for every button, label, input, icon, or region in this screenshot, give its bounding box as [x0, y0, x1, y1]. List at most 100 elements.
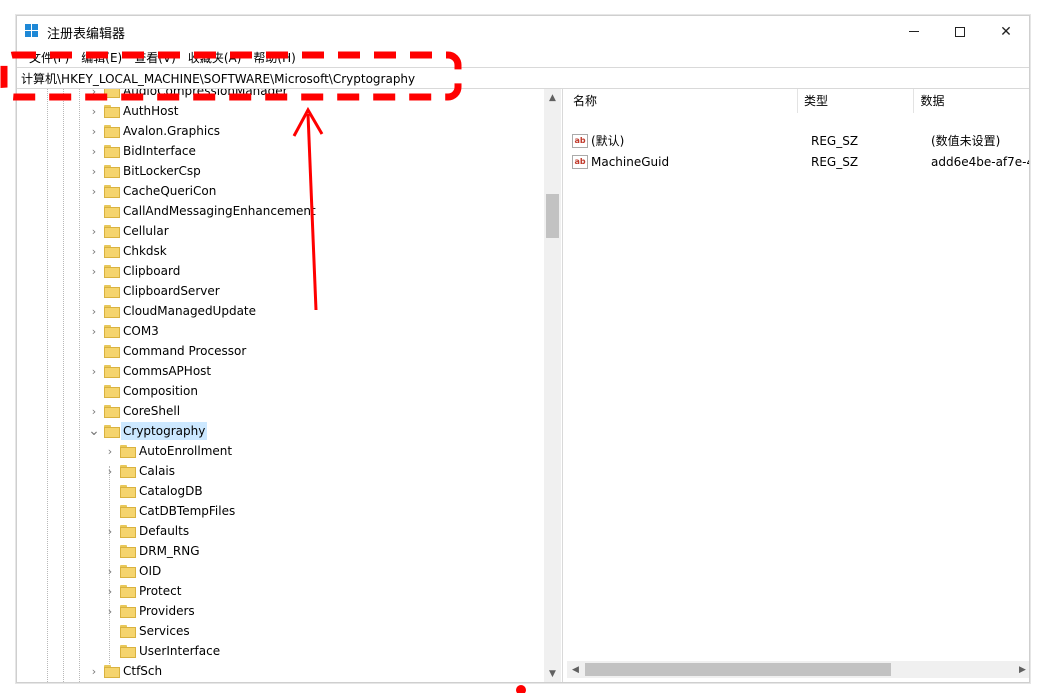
- tree-node-label: Providers: [139, 604, 195, 618]
- window-title: 注册表编辑器: [47, 27, 126, 42]
- value-row[interactable]: ab MachineGuid REG_SZ add6e4be-af7e-4: [567, 152, 1029, 172]
- chevron-right-icon[interactable]: ›: [89, 321, 99, 341]
- tree-node-chkdsk[interactable]: › Chkdsk: [17, 241, 537, 261]
- tree-node-cryptography[interactable]: ⌄ Cryptography: [17, 421, 537, 441]
- chevron-right-icon[interactable]: ›: [89, 89, 99, 101]
- tree-node-userinterface[interactable]: UserInterface: [17, 641, 537, 661]
- tree-node-catdbtempfiles[interactable]: CatDBTempFiles: [17, 501, 537, 521]
- tree-node-label: Avalon.Graphics: [123, 124, 221, 138]
- scroll-right-arrow-icon[interactable]: ▶: [1014, 661, 1029, 678]
- tree-node-oid[interactable]: › OID: [17, 561, 537, 581]
- chevron-right-icon[interactable]: ›: [89, 661, 99, 681]
- folder-icon: [104, 245, 120, 258]
- chevron-right-icon[interactable]: ›: [105, 561, 115, 581]
- scroll-thumb[interactable]: [546, 194, 559, 238]
- tree-node-authhost[interactable]: › AuthHost: [17, 101, 537, 121]
- tree-node-catalogdb[interactable]: CatalogDB: [17, 481, 537, 501]
- chevron-right-icon[interactable]: ›: [105, 441, 115, 461]
- menu-help[interactable]: 帮助(H): [247, 49, 301, 66]
- chevron-right-icon[interactable]: ›: [89, 241, 99, 261]
- chevron-right-icon[interactable]: ›: [105, 601, 115, 621]
- tree-node-commsaphost[interactable]: › CommsAPHost: [17, 361, 537, 381]
- chevron-right-icon[interactable]: ›: [89, 401, 99, 421]
- folder-icon: [120, 645, 136, 658]
- value-row[interactable]: ab (默认) REG_SZ (数值未设置): [567, 131, 1029, 151]
- tree-node-bidinterface[interactable]: › BidInterface: [17, 141, 537, 161]
- scroll-left-arrow-icon[interactable]: ◀: [567, 661, 584, 678]
- column-type-header[interactable]: 类型: [798, 89, 915, 113]
- scroll-up-arrow-icon[interactable]: ▲: [544, 89, 561, 106]
- chevron-right-icon[interactable]: ›: [89, 101, 99, 121]
- tree-node-label: CallAndMessagingEnhancement: [123, 204, 316, 218]
- tree-node-bitlockercsp[interactable]: › BitLockerCsp: [17, 161, 537, 181]
- maximize-button[interactable]: [937, 16, 983, 47]
- folder-icon: [104, 265, 120, 278]
- chevron-right-icon[interactable]: ›: [89, 261, 99, 281]
- tree-node-protect[interactable]: › Protect: [17, 581, 537, 601]
- chevron-right-icon[interactable]: ›: [89, 121, 99, 141]
- value-data: (数值未设置): [931, 134, 1001, 148]
- tree-node-providers[interactable]: › Providers: [17, 601, 537, 621]
- folder-icon: [120, 605, 136, 618]
- chevron-right-icon[interactable]: ›: [105, 581, 115, 601]
- close-button[interactable]: ✕: [983, 16, 1029, 47]
- scroll-down-arrow-icon[interactable]: ▼: [544, 665, 561, 682]
- tree-node-services[interactable]: Services: [17, 621, 537, 641]
- tree-node-cachequericon[interactable]: › CacheQueriCon: [17, 181, 537, 201]
- menu-file[interactable]: 文件(F): [23, 49, 75, 66]
- tree-node-drm-rng[interactable]: DRM_RNG: [17, 541, 537, 561]
- chevron-right-icon[interactable]: ›: [89, 301, 99, 321]
- tree-node-defaults[interactable]: › Defaults: [17, 521, 537, 541]
- chevron-down-icon[interactable]: ⌄: [88, 421, 100, 441]
- chevron-right-icon[interactable]: ›: [89, 181, 99, 201]
- tree-node-cloudmanagedupdate[interactable]: › CloudManagedUpdate: [17, 301, 537, 321]
- tree-vertical-scrollbar[interactable]: ▲ ▼: [544, 89, 561, 682]
- tree-node-label: CacheQueriCon: [123, 184, 217, 198]
- folder-icon: [104, 185, 120, 198]
- tree-node-label: Cryptography: [121, 422, 208, 440]
- chevron-right-icon[interactable]: ›: [105, 521, 115, 541]
- tree-node-clipboardserver[interactable]: ClipboardServer: [17, 281, 537, 301]
- menu-edit[interactable]: 编辑(E): [75, 49, 128, 66]
- tree-node-ctfsch[interactable]: › CtfSch: [17, 661, 537, 681]
- chevron-right-icon[interactable]: ›: [89, 221, 99, 241]
- chevron-right-icon[interactable]: ›: [89, 161, 99, 181]
- tree-node-audiocompressionmanager[interactable]: › AudioCompressionManager: [17, 89, 537, 101]
- tree-node-avalon-graphics[interactable]: › Avalon.Graphics: [17, 121, 537, 141]
- chevron-right-icon[interactable]: ›: [89, 141, 99, 161]
- column-data-header[interactable]: 数据: [914, 89, 1029, 113]
- key-tree-pane[interactable]: › AudioCompressionManager › AuthHost › Avalon…: [17, 89, 563, 682]
- folder-icon: [120, 505, 136, 518]
- menu-view[interactable]: 查看(V): [128, 49, 182, 66]
- menu-favorites[interactable]: 收藏夹(A): [182, 49, 248, 66]
- column-name-header[interactable]: 名称: [567, 89, 798, 113]
- regedit-app-icon: [25, 24, 39, 38]
- tree-node-composition[interactable]: Composition: [17, 381, 537, 401]
- scroll-thumb[interactable]: [585, 663, 891, 676]
- folder-icon: [104, 325, 120, 338]
- tree-node-com3[interactable]: › COM3: [17, 321, 537, 341]
- chevron-right-icon[interactable]: ›: [89, 361, 99, 381]
- tree-node-clipboard[interactable]: › Clipboard: [17, 261, 537, 281]
- values-list-pane[interactable]: 名称 类型 数据 ab (默认) REG_SZ (数值未设置) ab Machi…: [567, 89, 1029, 682]
- tree-node-label: CatDBTempFiles: [139, 504, 236, 518]
- tree-node-command-processor[interactable]: Command Processor: [17, 341, 537, 361]
- chevron-right-icon[interactable]: ›: [105, 461, 115, 481]
- minimize-button[interactable]: [891, 16, 937, 47]
- list-horizontal-scrollbar[interactable]: ◀ ▶: [567, 661, 1029, 678]
- tree-node-autoenrollment[interactable]: › AutoEnrollment: [17, 441, 537, 461]
- folder-icon: [104, 345, 120, 358]
- title-bar[interactable]: 注册表编辑器 ✕: [17, 16, 1029, 47]
- close-icon: ✕: [1000, 23, 1012, 40]
- tree-node-label: Clipboard: [123, 264, 181, 278]
- registry-editor-window: 注册表编辑器 ✕ 文件(F) 编辑(E) 查看(V) 收藏夹(A) 帮助(H) …: [16, 15, 1030, 683]
- folder-icon: [120, 545, 136, 558]
- tree-node-callandmessagingenhancement[interactable]: CallAndMessagingEnhancement: [17, 201, 537, 221]
- tree-node-label: CloudManagedUpdate: [123, 304, 257, 318]
- tree-node-cellular[interactable]: › Cellular: [17, 221, 537, 241]
- tree-node-calais[interactable]: › Calais: [17, 461, 537, 481]
- tree-node-label: BitLockerCsp: [123, 164, 201, 178]
- tree-node-label: Command Processor: [123, 344, 247, 358]
- tree-node-coreshell[interactable]: › CoreShell: [17, 401, 537, 421]
- address-bar[interactable]: 计算机\HKEY_LOCAL_MACHINE\SOFTWARE\Microsof…: [17, 67, 1029, 89]
